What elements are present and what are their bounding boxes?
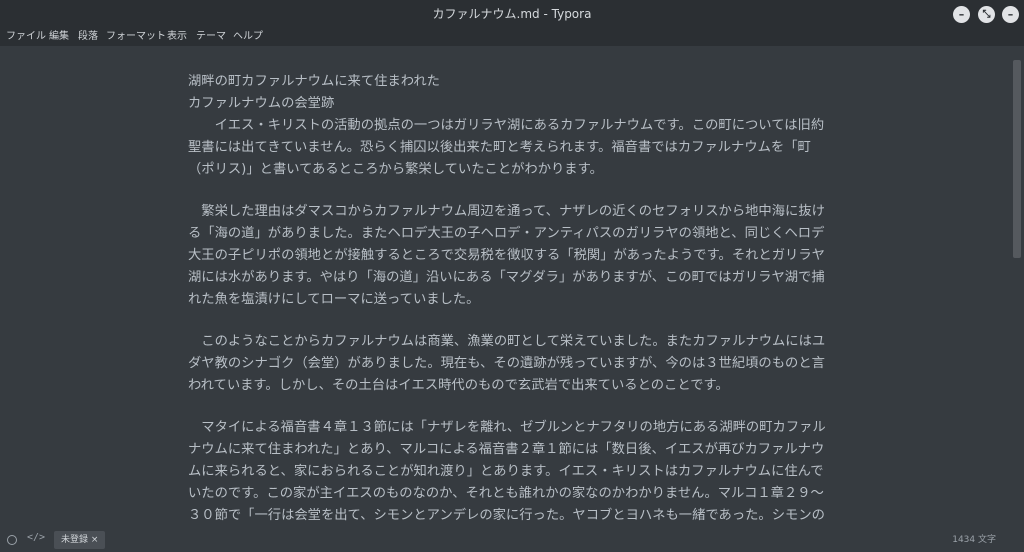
- paragraph-3: このようなことからカファルナウムは商業、漁業の町として栄えていました。またカファ…: [188, 334, 826, 393]
- maximize-button[interactable]: ⤡: [978, 6, 995, 23]
- menu-view[interactable]: 表示: [167, 28, 187, 46]
- paragraph-1: イエス・キリストの活動の拠点の一つはガリラヤ湖にあるカファルナウムです。この町に…: [188, 118, 825, 177]
- doc-line-2: カファルナウムの会堂跡: [188, 96, 335, 111]
- paragraph-4: マタイによる福音書４章１３節には「ナザレを離れ、ゼブルンとナフタリの地方にある湖…: [188, 420, 826, 523]
- menu-help[interactable]: ヘルプ: [233, 28, 263, 46]
- menu-format[interactable]: フォーマット: [106, 28, 166, 46]
- menu-edit[interactable]: 編集: [49, 28, 69, 46]
- status-bar: </> 未登録 × 1434 文字: [0, 528, 1024, 552]
- document-content[interactable]: 湖畔の町カファルナウムに来て住まわれた カファルナウムの会堂跡 イエス・キリスト…: [188, 71, 828, 528]
- minimize-button[interactable]: –: [953, 6, 970, 23]
- source-code-mode-icon[interactable]: </>: [27, 532, 45, 543]
- doc-line-1: 湖畔の町カファルナウムに来て住まわれた: [188, 74, 440, 89]
- window-title: カファルナウム.md - Typora: [432, 7, 592, 21]
- editor-area[interactable]: 湖畔の町カファルナウムに来て住まわれた カファルナウムの会堂跡 イエス・キリスト…: [0, 46, 1010, 528]
- scrollbar-thumb[interactable]: [1013, 60, 1021, 258]
- menu-theme[interactable]: テーマ: [196, 28, 226, 46]
- menu-paragraph[interactable]: 段落: [78, 28, 98, 46]
- menu-bar: ファイル 編集 段落 フォーマット 表示 テーマ ヘルプ: [0, 28, 1024, 46]
- title-bar: カファルナウム.md - Typora – ⤡ –: [0, 0, 1024, 28]
- close-button[interactable]: –: [1002, 6, 1019, 23]
- outline-toggle-icon[interactable]: [7, 535, 17, 545]
- menu-file[interactable]: ファイル: [6, 28, 46, 46]
- word-count[interactable]: 1434 文字: [952, 528, 996, 552]
- unregistered-badge[interactable]: 未登録 ×: [54, 531, 106, 549]
- paragraph-2: 繁栄した理由はダマスコからカファルナウム周辺を通って、ナザレの近くのセフォリスか…: [188, 204, 825, 307]
